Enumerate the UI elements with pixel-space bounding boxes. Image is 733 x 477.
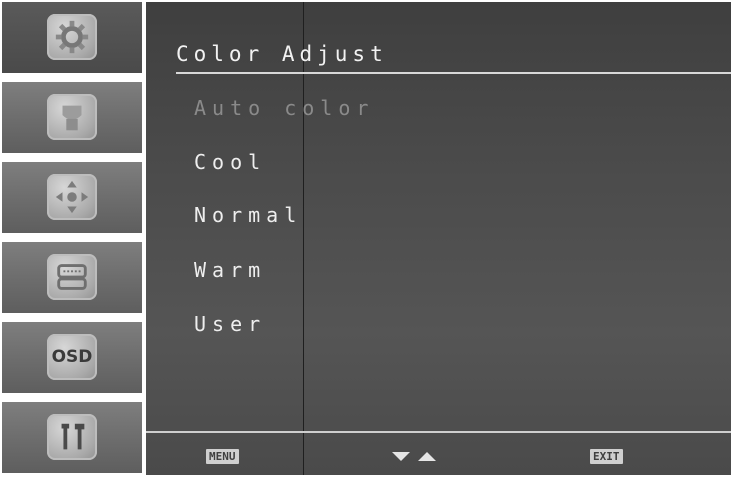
menu-item-normal[interactable]: Normal (194, 203, 302, 227)
sidebar-item-tools[interactable] (2, 402, 142, 476)
menu-item-auto-color[interactable]: Auto color (194, 96, 374, 120)
sidebar-item-color[interactable] (2, 82, 142, 156)
monitor-osd: OSD Color Adjust Auto color Cool Normal … (0, 0, 733, 477)
sidebar-item-osd[interactable]: OSD (2, 322, 142, 396)
input-signal-icon (47, 254, 97, 300)
sidebar-item-picture[interactable] (2, 2, 142, 76)
footer-divider (146, 431, 731, 433)
tools-icon (47, 414, 97, 460)
menu-key-hint: MENU (206, 449, 239, 464)
page-title: Color Adjust (176, 42, 388, 66)
position-arrows-icon (47, 174, 97, 220)
menu-item-user[interactable]: User (194, 312, 266, 336)
osd-icon-label: OSD (51, 347, 93, 367)
osd-icon: OSD (47, 334, 97, 380)
navigation-arrows (392, 452, 436, 461)
exit-key-hint: EXIT (590, 449, 623, 464)
menu-item-cool[interactable]: Cool (194, 150, 266, 174)
sidebar-item-position[interactable] (2, 162, 142, 236)
color-adjust-panel: Color Adjust Auto color Cool Normal Warm… (146, 2, 731, 475)
osd-sidebar: OSD (2, 2, 142, 476)
title-divider (176, 72, 731, 74)
arrow-up-icon (418, 452, 436, 461)
gear-icon (47, 14, 97, 60)
color-adjust-icon (47, 94, 97, 140)
arrow-down-icon (392, 452, 410, 461)
menu-item-warm[interactable]: Warm (194, 258, 266, 282)
sidebar-item-input[interactable] (2, 242, 142, 316)
